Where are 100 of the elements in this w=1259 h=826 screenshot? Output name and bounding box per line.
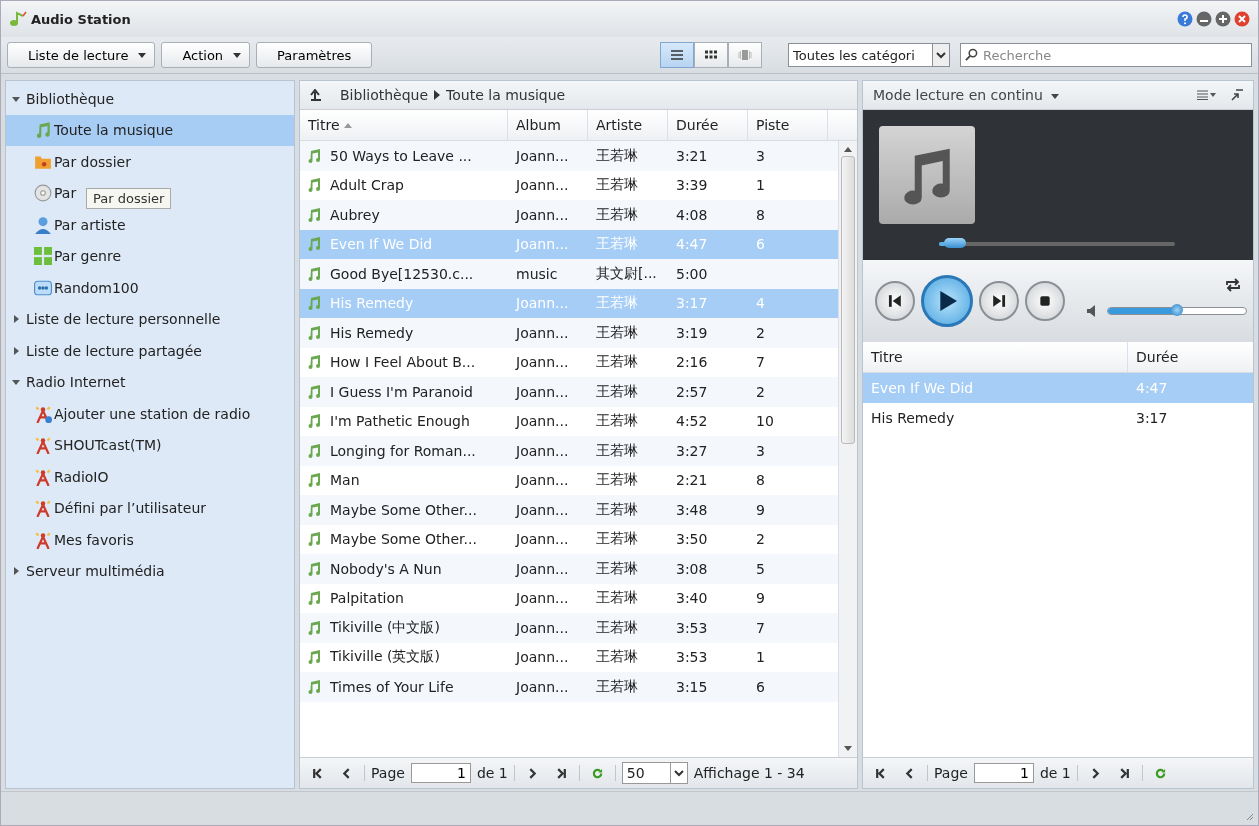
- track-cell: 1: [756, 177, 765, 194]
- toolbar-button[interactable]: Liste de lecture: [7, 42, 156, 68]
- table-row[interactable]: Nobody's A Nun Joann... 王若琳 3:08 5: [300, 554, 838, 584]
- music-note-icon: [306, 295, 322, 312]
- album-cell: Joann...: [516, 177, 569, 194]
- volume-slider[interactable]: [1107, 307, 1247, 315]
- scroll-up-arrow-icon[interactable]: [844, 147, 852, 152]
- table-row[interactable]: Tikiville (中文版) Joann... 王若琳 3:53 7: [300, 613, 838, 643]
- tree-group-label[interactable]: Bibliothèque: [26, 90, 115, 107]
- title-cell-text: His Remedy: [870, 410, 956, 426]
- scroll-down-arrow-icon[interactable]: [844, 746, 852, 751]
- table-row[interactable]: I Guess I'm Paranoid Joann... 王若琳 2:57 2: [300, 377, 838, 407]
- column-header[interactable]: Durée: [1128, 342, 1179, 372]
- page-number-field[interactable]: 1: [973, 763, 1034, 783]
- table-row[interactable]: Maybe Some Other... Joann... 王若琳 3:50 2: [300, 524, 838, 554]
- sidebar-item[interactable]: SHOUTcast(TM): [34, 436, 162, 455]
- title-cell: Nobody's A Nun: [330, 560, 442, 577]
- table-row[interactable]: His Remedy Joann... 王若琳 3:19 2: [300, 318, 838, 348]
- music-note-icon: [306, 354, 322, 371]
- up-arrow-icon[interactable]: [310, 89, 324, 101]
- table-row[interactable]: Palpitation Joann... 王若琳 3:40 9: [300, 583, 838, 613]
- sidebar-item[interactable]: Défini par l’utilisateur: [34, 499, 207, 518]
- table-row[interactable]: Times of Your Life Joann... 王若琳 3:15 6: [300, 672, 838, 702]
- collapsed-arrow-icon[interactable]: [12, 315, 20, 324]
- column-header[interactable]: Titre: [863, 342, 1128, 372]
- sidebar-item[interactable]: RadioIO: [34, 467, 109, 486]
- repeat-icon[interactable]: [1225, 278, 1241, 292]
- resize-grip-icon[interactable]: [1244, 811, 1254, 821]
- minimize-icon[interactable]: [1196, 11, 1212, 27]
- collapsed-arrow-icon[interactable]: [12, 346, 20, 355]
- expanded-arrow-icon[interactable]: [12, 94, 20, 103]
- grid-view-button[interactable]: [694, 42, 728, 68]
- list-view-button[interactable]: [660, 42, 694, 68]
- title-cell-text: Even If We Did: [870, 380, 975, 396]
- close-icon[interactable]: [1234, 11, 1250, 27]
- sidebar-item[interactable]: Par genre: [34, 247, 122, 266]
- maximize-icon[interactable]: [1215, 11, 1231, 27]
- table-row[interactable]: Aubrey Joann... 王若琳 4:08 8: [300, 200, 838, 230]
- sidebar-item[interactable]: Mes favoris: [34, 530, 134, 549]
- music-note-icon: [34, 121, 52, 140]
- sidebar-item[interactable]: Random100: [34, 278, 139, 297]
- table-row[interactable]: How I Feel About B... Joann... 王若琳 2:16 7: [300, 347, 838, 377]
- track-cell: 9: [756, 501, 765, 518]
- column-header[interactable]: Piste: [748, 110, 828, 140]
- artist-cell: 王若琳: [596, 323, 638, 342]
- scrollbar[interactable]: [838, 141, 857, 757]
- music-note-icon: [306, 560, 322, 577]
- next-track-button[interactable]: [979, 281, 1019, 321]
- artist-cell: 王若琳: [596, 559, 638, 578]
- tree-group-label[interactable]: Serveur multimédia: [26, 563, 165, 580]
- duration-cell: 5:00: [676, 265, 708, 282]
- sidebar-item[interactable]: Par artiste: [34, 215, 126, 234]
- expanded-arrow-icon[interactable]: [12, 378, 20, 387]
- page-size-select[interactable]: 50: [621, 762, 688, 784]
- sidebar-item[interactable]: Par dossier: [34, 152, 131, 171]
- stop-button[interactable]: [1025, 281, 1065, 321]
- breadcrumb-item[interactable]: Toute la musique: [446, 87, 566, 103]
- table-row[interactable]: Good Bye[12530.c... music 其文尉[... 5:00: [300, 259, 838, 289]
- sidebar-item[interactable]: Ajouter une station de radio: [34, 404, 251, 423]
- previous-track-button[interactable]: [875, 281, 915, 321]
- tree-group-label[interactable]: Liste de lecture partagée: [26, 342, 202, 359]
- tree-group-label[interactable]: Liste de lecture personnelle: [26, 311, 221, 328]
- column-header[interactable]: Titre: [300, 110, 508, 140]
- title-cell: Tikiville (英文版): [330, 648, 440, 667]
- table-row[interactable]: Adult Crap Joann... 王若琳 3:39 1: [300, 170, 838, 200]
- breadcrumb-item[interactable]: Bibliothèque: [340, 87, 429, 103]
- artist-cell: 王若琳: [596, 205, 638, 224]
- play-button[interactable]: [921, 275, 973, 327]
- table-row[interactable]: Tikiville (英文版) Joann... 王若琳 3:53 1: [300, 642, 838, 672]
- title-cell: How I Feel About B...: [330, 354, 476, 371]
- queue-row[interactable]: His Remedy 3:17: [863, 403, 1253, 433]
- collapse-icon[interactable]: [1231, 89, 1243, 101]
- sidebar-item[interactable]: Toute la musique: [34, 121, 174, 140]
- track-cell: 8: [756, 206, 765, 223]
- volume-handle[interactable]: [1171, 304, 1183, 316]
- toolbar-button[interactable]: Action: [161, 42, 251, 68]
- help-icon[interactable]: [1177, 11, 1193, 27]
- column-header[interactable]: Durée: [668, 110, 748, 140]
- page-number-field[interactable]: 1: [410, 763, 471, 783]
- title-cell: Adult Crap: [330, 177, 404, 194]
- collapsed-arrow-icon[interactable]: [12, 567, 20, 576]
- column-header[interactable]: Album: [508, 110, 588, 140]
- table-row[interactable]: Man Joann... 王若琳 2:21 8: [300, 465, 838, 495]
- progress-handle[interactable]: [944, 238, 967, 248]
- column-header[interactable]: Artiste: [588, 110, 668, 140]
- title-cell: Tikiville (中文版): [330, 618, 440, 637]
- table-row[interactable]: 50 Ways to Leave ... Joann... 王若琳 3:21 3: [300, 141, 838, 171]
- list-menu-icon[interactable]: [1197, 90, 1217, 100]
- table-row[interactable]: Maybe Some Other... Joann... 王若琳 3:48 9: [300, 495, 838, 525]
- table-row[interactable]: Longing for Roman... Joann... 王若琳 3:27 3: [300, 436, 838, 466]
- music-note-icon: [306, 472, 322, 489]
- category-select[interactable]: Toutes les catégori: [788, 43, 950, 67]
- speaker-icon[interactable]: [1087, 305, 1095, 317]
- track-cell: 1: [756, 649, 765, 666]
- sidebar-item[interactable]: Par: [34, 184, 77, 203]
- dropdown-arrow-icon: [669, 763, 687, 783]
- table-row[interactable]: I'm Pathetic Enough Joann... 王若琳 4:52 10: [300, 406, 838, 436]
- tree-group-label[interactable]: Radio Internet: [26, 374, 126, 391]
- search-field[interactable]: Recherche: [960, 43, 1252, 67]
- toolbar-button[interactable]: Paramètres: [256, 42, 373, 68]
